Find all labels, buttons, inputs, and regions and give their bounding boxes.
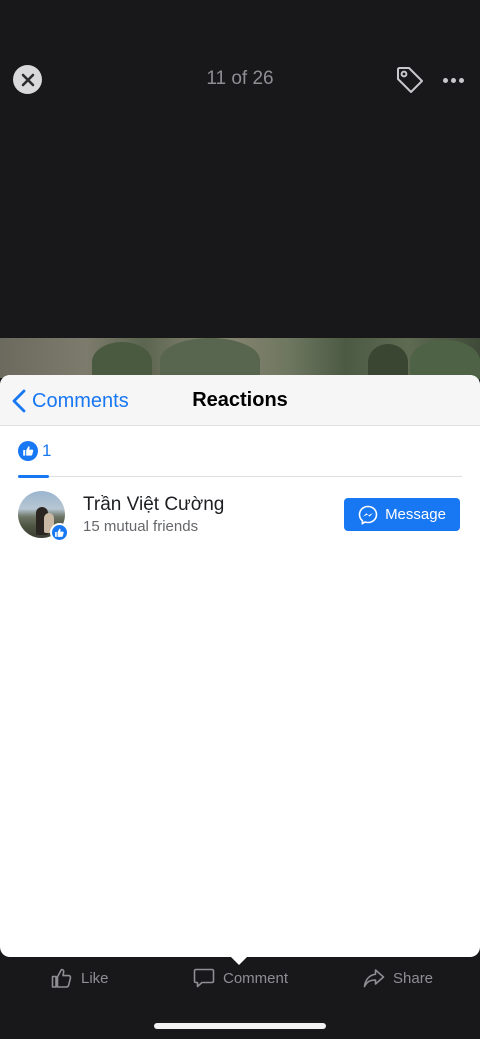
reactor-row[interactable]: Trần Việt Cường 15 mutual friends Messag… bbox=[18, 491, 462, 543]
more-icon-dot bbox=[450, 77, 456, 83]
reactions-sheet: Comments Reactions 1 Trần Việt Cường 15 … bbox=[0, 375, 480, 957]
mutual-friends: 15 mutual friends bbox=[83, 518, 199, 535]
message-button[interactable]: Message bbox=[344, 498, 460, 531]
tag-icon bbox=[397, 67, 423, 93]
home-indicator[interactable] bbox=[154, 1023, 326, 1029]
like-icon bbox=[18, 441, 38, 461]
thumbs-up-icon bbox=[51, 968, 72, 988]
like-label: Like bbox=[81, 969, 109, 987]
sheet-title: Reactions bbox=[192, 389, 288, 411]
tab-like[interactable]: 1 bbox=[18, 441, 51, 475]
selected-tab-indicator bbox=[18, 475, 49, 478]
comment-button[interactable]: Comment bbox=[192, 963, 288, 993]
more-button[interactable] bbox=[440, 68, 466, 92]
comment-label: Comment bbox=[223, 969, 289, 987]
photo-action-bar: Like Comment Share bbox=[0, 958, 480, 998]
comment-icon bbox=[193, 968, 215, 988]
photo-preview bbox=[0, 338, 480, 382]
share-icon bbox=[363, 969, 385, 988]
reaction-tabs: 1 bbox=[18, 439, 462, 478]
reactor-name[interactable]: Trần Việt Cường bbox=[83, 494, 224, 516]
thumbs-up-icon bbox=[55, 528, 64, 537]
like-button[interactable]: Like bbox=[50, 963, 109, 993]
share-label: Share bbox=[393, 969, 434, 987]
message-button-label: Message bbox=[385, 506, 446, 523]
like-badge-icon bbox=[50, 523, 69, 542]
share-button[interactable]: Share bbox=[362, 963, 433, 993]
sheet-header: Comments Reactions bbox=[0, 375, 480, 426]
more-icon-dot bbox=[458, 77, 464, 83]
tag-button[interactable] bbox=[394, 64, 426, 96]
messenger-icon bbox=[358, 505, 378, 525]
more-icon-dot bbox=[442, 77, 448, 83]
like-count: 1 bbox=[42, 441, 52, 460]
viewer-top-bar: 11 of 26 bbox=[0, 56, 480, 102]
